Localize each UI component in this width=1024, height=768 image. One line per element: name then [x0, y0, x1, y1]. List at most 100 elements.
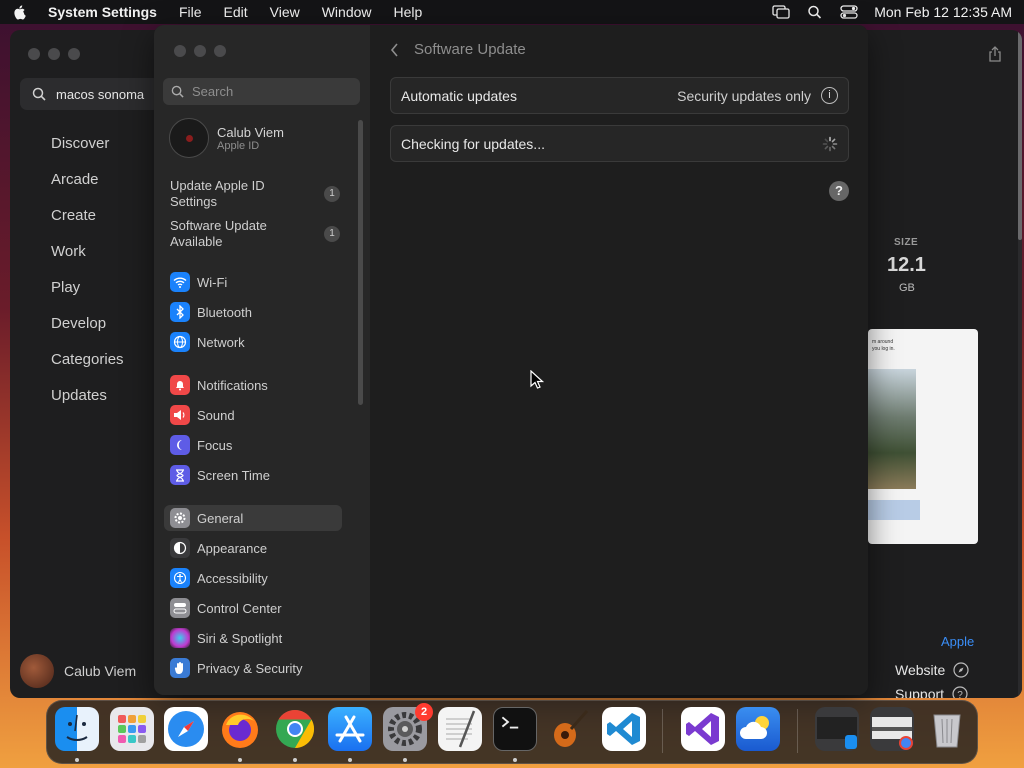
menu-clock[interactable]: Mon Feb 12 12:35 AM	[874, 4, 1012, 20]
pending-label: Update Apple ID Settings	[170, 178, 265, 209]
dock-vscode[interactable]	[602, 707, 646, 751]
globe-icon	[170, 332, 190, 352]
settings-search-field[interactable]: Search	[163, 78, 360, 105]
nav-discover[interactable]: Discover	[51, 134, 124, 170]
dock-weather[interactable]	[736, 707, 780, 751]
sidebar-item-general[interactable]: General	[164, 505, 342, 531]
sidebar-item-bluetooth[interactable]: Bluetooth	[164, 299, 344, 325]
hourglass-icon	[170, 465, 190, 485]
minimize-button[interactable]	[194, 45, 206, 57]
dock-textedit[interactable]	[438, 707, 482, 751]
zoom-button[interactable]	[214, 45, 226, 57]
apple-logo-icon[interactable]	[12, 4, 28, 20]
finder-face-icon	[66, 714, 88, 741]
dock-window-preview-chrome[interactable]	[870, 707, 914, 751]
dock-separator	[662, 709, 663, 753]
launchpad-grid-icon	[118, 715, 146, 743]
menu-bar: System Settings File Edit View Window He…	[0, 0, 1024, 24]
nav-work[interactable]: Work	[51, 242, 124, 278]
dock-visual-studio[interactable]	[681, 707, 725, 751]
sidebar-item-sound[interactable]: Sound	[164, 402, 344, 428]
close-button[interactable]	[174, 45, 186, 57]
dock-trash[interactable]	[925, 707, 969, 751]
bell-icon	[170, 375, 190, 395]
dock-chrome[interactable]	[273, 707, 317, 751]
chrome-icon	[276, 709, 315, 749]
app-store-window-controls	[28, 48, 80, 60]
dock-window-preview-finder[interactable]	[815, 707, 859, 751]
pending-software-update[interactable]: Software Update Available 1	[170, 218, 340, 250]
dock-launchpad[interactable]	[110, 707, 154, 751]
speaker-icon	[170, 405, 190, 425]
sidebar-item-label: Screen Time	[197, 467, 270, 483]
website-label: Website	[895, 662, 946, 678]
running-indicator	[293, 758, 297, 762]
sidebar-scrollbar[interactable]	[358, 120, 363, 405]
dock-firefox[interactable]	[218, 707, 262, 751]
firefox-icon	[222, 712, 258, 748]
sidebar-item-siri-spotlight[interactable]: Siri & Spotlight	[164, 625, 344, 651]
menu-file[interactable]: File	[179, 4, 202, 20]
nav-develop[interactable]: Develop	[51, 314, 124, 350]
app-store-account[interactable]: Calub Viem	[20, 654, 136, 688]
close-button[interactable]	[28, 48, 40, 60]
help-circle-icon: ?	[952, 686, 968, 698]
nav-updates[interactable]: Updates	[51, 386, 124, 422]
account-name: Calub Viem	[217, 124, 284, 140]
dock-app-store[interactable]	[328, 707, 372, 751]
sidebar-item-privacy-security[interactable]: Privacy & Security	[164, 655, 344, 681]
website-link[interactable]: Website	[895, 662, 969, 678]
mouse-pointer-icon	[530, 370, 544, 389]
nav-categories[interactable]: Categories	[51, 350, 124, 386]
apple-id-row[interactable]: Calub Viem Apple ID	[169, 118, 284, 158]
pending-update-apple-id[interactable]: Update Apple ID Settings 1	[170, 178, 340, 210]
menu-view[interactable]: View	[270, 4, 300, 20]
share-icon[interactable]	[988, 46, 1002, 62]
sidebar-item-screen-time[interactable]: Screen Time	[164, 462, 344, 488]
sidebar-item-appearance[interactable]: Appearance	[164, 535, 344, 561]
nav-arcade[interactable]: Arcade	[51, 170, 124, 206]
back-chevron-icon[interactable]	[390, 42, 400, 57]
running-indicator	[75, 758, 79, 762]
search-icon	[32, 87, 46, 101]
sidebar-item-wifi[interactable]: Wi-Fi	[164, 269, 344, 295]
app-store-search-field[interactable]: macos sonoma	[20, 78, 160, 110]
settings-search-placeholder: Search	[192, 84, 234, 99]
sidebar-item-label: Network	[197, 334, 245, 350]
sidebar-item-network[interactable]: Network	[164, 329, 344, 355]
dock-finder[interactable]	[55, 707, 99, 751]
toggles-icon	[170, 598, 190, 618]
menu-window[interactable]: Window	[322, 4, 372, 20]
hand-icon	[170, 658, 190, 678]
sidebar-item-focus[interactable]: Focus	[164, 432, 344, 458]
dock-garageband[interactable]	[547, 707, 591, 751]
loading-spinner-icon	[822, 136, 838, 151]
support-link[interactable]: Support ?	[895, 686, 968, 698]
sidebar-item-notifications[interactable]: Notifications	[164, 372, 344, 398]
nav-create[interactable]: Create	[51, 206, 124, 242]
zoom-button[interactable]	[68, 48, 80, 60]
dock-terminal[interactable]	[493, 707, 537, 751]
siri-icon	[170, 628, 190, 648]
sidebar-item-label: Wi-Fi	[197, 274, 228, 290]
screen-mirroring-icon[interactable]	[772, 5, 790, 19]
nav-play[interactable]: Play	[51, 278, 124, 314]
app-store-scrollbar[interactable]	[1018, 30, 1022, 698]
dock-safari[interactable]	[164, 707, 208, 751]
sidebar-item-accessibility[interactable]: Accessibility	[164, 565, 344, 591]
sidebar-item-control-center[interactable]: Control Center	[164, 595, 344, 621]
menu-help[interactable]: Help	[394, 4, 423, 20]
menu-edit[interactable]: Edit	[224, 4, 248, 20]
scrollbar-thumb[interactable]	[1018, 30, 1022, 240]
app-screenshot[interactable]: m around you log in.	[868, 329, 978, 544]
info-icon[interactable]: i	[821, 87, 838, 104]
guitar-icon	[554, 710, 589, 747]
developer-link[interactable]: Apple	[941, 634, 974, 649]
minimize-button[interactable]	[48, 48, 60, 60]
control-center-icon[interactable]	[840, 5, 858, 19]
spotlight-search-icon[interactable]	[806, 5, 824, 19]
vscode-icon	[607, 713, 640, 745]
sidebar-item-label: Accessibility	[197, 570, 268, 586]
menu-app-name[interactable]: System Settings	[48, 4, 157, 20]
help-button[interactable]: ?	[829, 181, 849, 201]
